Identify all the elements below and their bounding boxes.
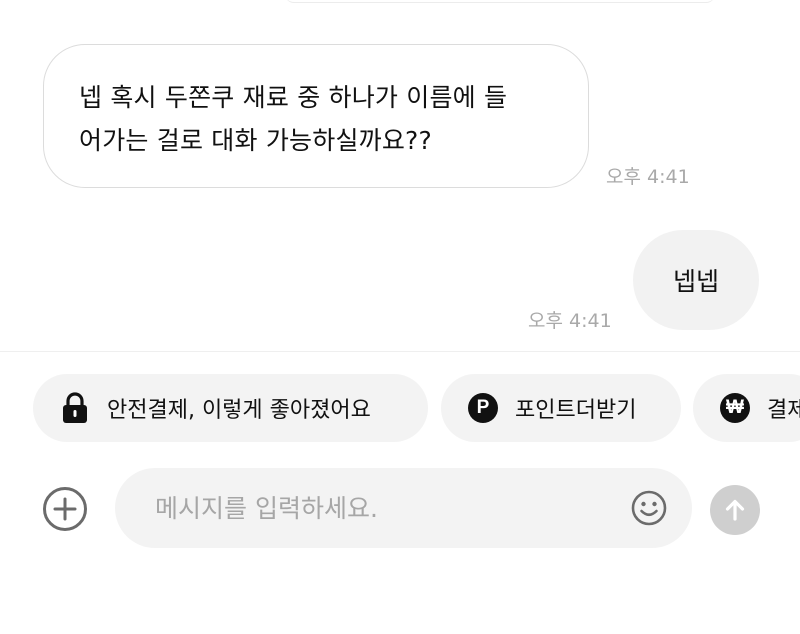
won-icon: ₩ xyxy=(720,393,750,423)
quick-action-label: 안전결제, 이렇게 좋아졌어요 xyxy=(107,398,371,423)
outgoing-message-bubble: 넵넵 xyxy=(633,230,759,330)
incoming-message-text: 넵 혹시 두쫀쿠 재료 중 하나가 이름에 들 어가는 걸로 대화 가능하실까요… xyxy=(79,83,508,155)
outgoing-message-time: 오후 4:41 xyxy=(528,310,612,332)
previous-message-edge xyxy=(285,0,715,3)
lock-icon xyxy=(60,392,90,423)
composer-divider xyxy=(0,351,800,352)
emoji-button[interactable] xyxy=(631,490,667,526)
point-p-glyph: P xyxy=(468,393,498,423)
point-p-icon: P xyxy=(468,393,498,423)
plus-circle-icon xyxy=(43,487,87,531)
incoming-message-bubble: 넵 혹시 두쫀쿠 재료 중 하나가 이름에 들 어가는 걸로 대화 가능하실까요… xyxy=(43,44,589,188)
outgoing-message-text: 넵넵 xyxy=(672,267,719,296)
incoming-message-time: 오후 4:41 xyxy=(606,166,690,188)
smiley-icon xyxy=(631,490,667,526)
arrow-up-icon xyxy=(725,499,745,521)
message-input[interactable] xyxy=(155,468,615,548)
quick-action-payment[interactable]: ₩ 결제 xyxy=(693,374,800,442)
won-glyph: ₩ xyxy=(720,393,750,423)
send-button[interactable] xyxy=(710,485,760,535)
quick-action-label: 결제 xyxy=(767,398,800,423)
quick-action-safe-payment[interactable]: 안전결제, 이렇게 좋아졌어요 xyxy=(33,374,428,442)
message-composer xyxy=(115,468,692,548)
quick-action-label: 포인트더받기 xyxy=(515,398,637,423)
quick-action-points[interactable]: P 포인트더받기 xyxy=(441,374,681,442)
add-attachment-button[interactable] xyxy=(42,486,88,532)
